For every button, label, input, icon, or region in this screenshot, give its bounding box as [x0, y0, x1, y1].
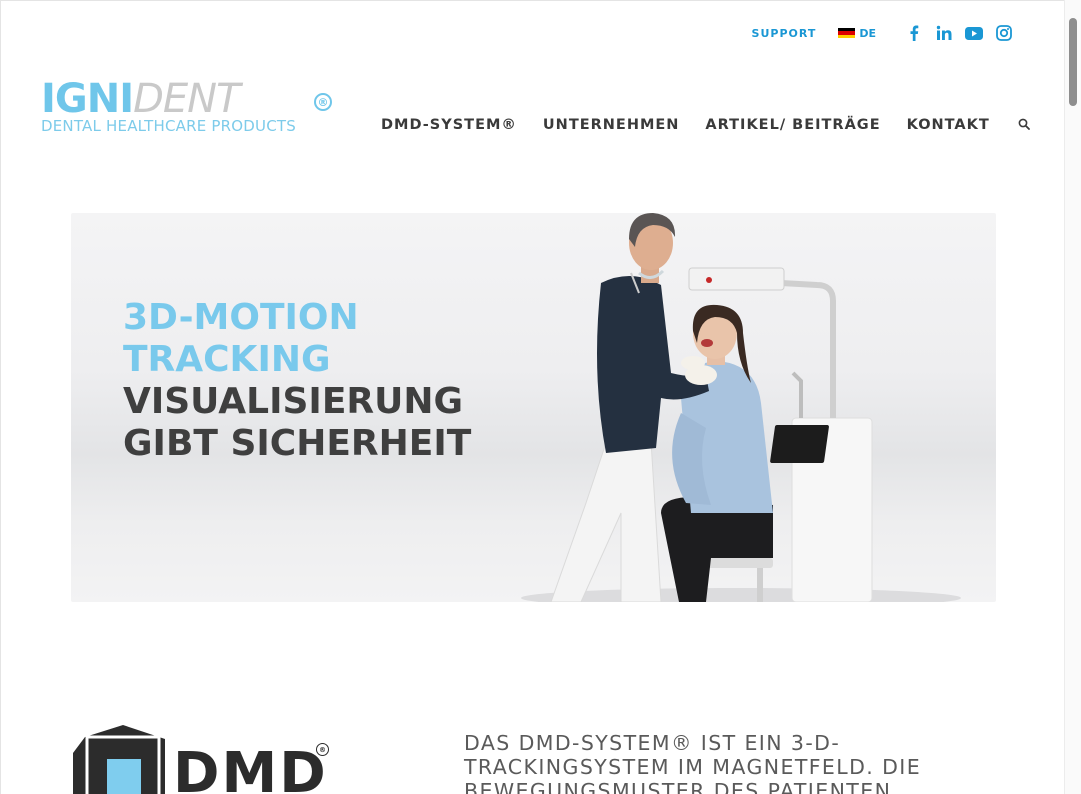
hero-line-2: TRACKING	[123, 339, 331, 380]
top-utility-bar: SUPPORT DE	[752, 23, 1014, 43]
social-links	[894, 23, 1014, 43]
nav-dmd-system[interactable]: DMD-SYSTEM®	[381, 117, 517, 133]
facebook-icon[interactable]	[904, 23, 924, 43]
search-icon[interactable]	[1018, 118, 1032, 132]
germany-flag-icon	[838, 27, 856, 39]
dmd-cube-icon	[73, 725, 165, 794]
dmd-logo: DMD ®	[73, 723, 343, 794]
dmd-registered-mark: ®	[316, 743, 329, 756]
language-label: DE	[859, 26, 876, 40]
instagram-icon[interactable]	[994, 23, 1014, 43]
hero-line-3: VISUALISIERUNG	[123, 381, 464, 422]
scrollbar-thumb[interactable]	[1069, 18, 1077, 106]
hero-photo-dentist-and-patient	[521, 213, 961, 602]
ignident-logo[interactable]: IGNIDENT ® DENTAL HEALTHCARE PRODUCTS	[41, 79, 341, 139]
page: SUPPORT DE IGNIDENT ® DENTAL HEALTHCARE …	[0, 0, 1064, 794]
nav-kontakt[interactable]: KONTAKT	[907, 117, 990, 133]
dmd-wordmark: DMD	[173, 741, 328, 794]
nav-unternehmen[interactable]: UNTERNEHMEN	[543, 117, 680, 133]
support-link[interactable]: SUPPORT	[752, 27, 817, 40]
hero-line-4: GIBT SICHERHEIT	[123, 423, 472, 464]
hero-headline: 3D-MOTION TRACKING VISUALISIERUNG GIBT S…	[123, 297, 471, 465]
linkedin-icon[interactable]	[934, 23, 954, 43]
registered-mark: ®	[314, 93, 332, 111]
nav-artikel-beitraege[interactable]: ARTIKEL/ BEITRÄGE	[705, 117, 880, 133]
hero-banner[interactable]: 3D-MOTION TRACKING VISUALISIERUNG GIBT S…	[71, 213, 996, 602]
logo-wordmark: IGNIDENT	[41, 76, 241, 122]
logo-tagline: DENTAL HEALTHCARE PRODUCTS	[41, 117, 296, 135]
youtube-icon[interactable]	[964, 23, 984, 43]
main-navigation: DMD-SYSTEM® UNTERNEHMEN ARTIKEL/ BEITRÄG…	[381, 117, 1058, 133]
language-switcher[interactable]: DE	[838, 27, 876, 40]
dmd-intro-text: DAS DMD-SYSTEM® IST EIN 3-D-TRACKINGSYST…	[464, 731, 922, 794]
vertical-scrollbar[interactable]	[1064, 0, 1081, 794]
hero-line-1: 3D-MOTION	[123, 297, 359, 338]
